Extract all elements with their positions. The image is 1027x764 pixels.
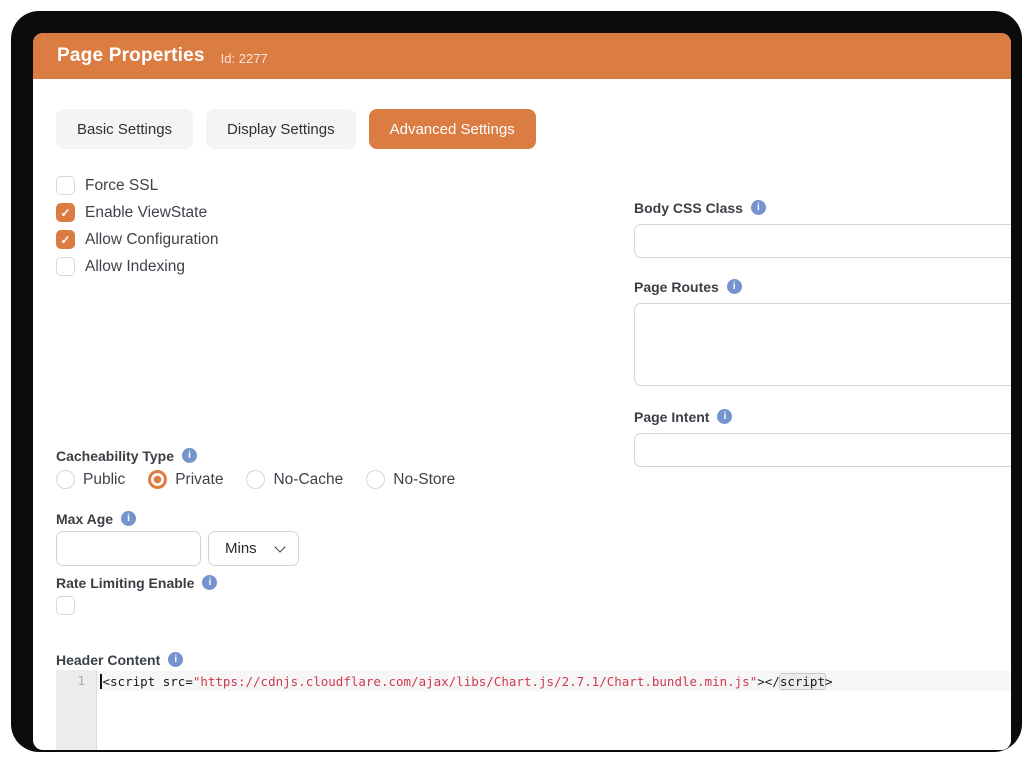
text-cursor xyxy=(100,674,102,689)
radio-no-cache[interactable] xyxy=(246,470,265,489)
force-ssl-checkbox[interactable]: ✓ xyxy=(56,176,75,195)
info-icon[interactable]: i xyxy=(202,575,217,590)
code-close-bracket: ></ xyxy=(757,674,780,689)
max-age-group: Mins xyxy=(56,531,988,566)
cacheability-option-no-cache[interactable]: No-Cache xyxy=(246,470,343,489)
settings-tabs: Basic Settings Display Settings Advanced… xyxy=(56,109,988,149)
radio-public[interactable] xyxy=(56,470,75,489)
cacheability-radio-group: Public Private No-Cache No-Store xyxy=(56,470,988,489)
allow-configuration-checkbox[interactable]: ✓ xyxy=(56,230,75,249)
radio-no-store-label: No-Store xyxy=(393,471,455,489)
body-css-class-label: Body CSS Class xyxy=(634,200,743,216)
allow-indexing-checkbox[interactable]: ✓ xyxy=(56,257,75,276)
header-content-code-editor[interactable]: 1 <script src="https://cdnjs.cloudflare.… xyxy=(56,670,1011,750)
editor-code-area[interactable]: <script src="https://cdnjs.cloudflare.co… xyxy=(97,670,1011,750)
info-icon[interactable]: i xyxy=(717,409,732,424)
rate-limiting-label: Rate Limiting Enable xyxy=(56,575,194,591)
max-age-input[interactable] xyxy=(56,531,201,566)
checkmark-icon: ✓ xyxy=(60,207,70,219)
window-frame: Page Properties Id: 2277 Basic Settings … xyxy=(11,11,1022,752)
code-matching-tag: script xyxy=(780,674,825,689)
dialog-titlebar: Page Properties Id: 2277 xyxy=(33,33,1011,79)
tab-display-settings[interactable]: Display Settings xyxy=(206,109,356,149)
page-intent-input[interactable] xyxy=(634,433,1011,467)
force-ssl-row: ✓ Force SSL xyxy=(56,176,988,195)
allow-configuration-label: Allow Configuration xyxy=(85,231,219,249)
code-line-1: <script src="https://cdnjs.cloudflare.co… xyxy=(97,671,1011,691)
info-icon[interactable]: i xyxy=(727,279,742,294)
max-age-label: Max Age xyxy=(56,511,113,527)
rate-limiting-checkbox[interactable]: ✓ xyxy=(56,596,75,615)
page-title: Page Properties xyxy=(57,45,205,67)
checkmark-icon: ✓ xyxy=(60,234,70,246)
page-intent-label: Page Intent xyxy=(634,409,709,425)
cacheability-option-public[interactable]: Public xyxy=(56,470,125,489)
line-number: 1 xyxy=(77,673,85,688)
info-icon[interactable]: i xyxy=(182,448,197,463)
cacheability-option-no-store[interactable]: No-Store xyxy=(366,470,455,489)
page-routes-label-row: Page Routes i xyxy=(634,278,1011,295)
enable-viewstate-label: Enable ViewState xyxy=(85,204,207,222)
cacheability-option-private[interactable]: Private xyxy=(148,470,223,489)
enable-viewstate-checkbox[interactable]: ✓ xyxy=(56,203,75,222)
body-css-class-input[interactable] xyxy=(634,224,1011,258)
info-icon[interactable]: i xyxy=(751,200,766,215)
page-routes-label: Page Routes xyxy=(634,279,719,295)
code-end-bracket: > xyxy=(825,674,833,689)
radio-no-store[interactable] xyxy=(366,470,385,489)
page-intent-label-row: Page Intent i xyxy=(634,408,1011,425)
radio-private-label: Private xyxy=(175,471,223,489)
header-content-label: Header Content xyxy=(56,652,160,668)
cacheability-type-label: Cacheability Type xyxy=(56,448,174,464)
allow-indexing-label: Allow Indexing xyxy=(85,258,185,276)
radio-public-label: Public xyxy=(83,471,125,489)
tab-advanced-settings[interactable]: Advanced Settings xyxy=(369,109,536,149)
header-content-label-row: Header Content i xyxy=(56,651,988,668)
radio-private[interactable] xyxy=(148,470,167,489)
page-properties-dialog: Page Properties Id: 2277 Basic Settings … xyxy=(33,33,1011,750)
page-id-badge: Id: 2277 xyxy=(221,51,268,66)
tab-basic-settings[interactable]: Basic Settings xyxy=(56,109,193,149)
dialog-body: Basic Settings Display Settings Advanced… xyxy=(33,109,1011,750)
max-age-unit-value: Mins xyxy=(225,540,257,557)
info-icon[interactable]: i xyxy=(121,511,136,526)
max-age-unit-select[interactable]: Mins xyxy=(208,531,299,566)
right-column: Body CSS Class i Page Routes i Page Inte… xyxy=(634,199,1011,467)
radio-no-cache-label: No-Cache xyxy=(273,471,343,489)
page-routes-textarea[interactable] xyxy=(634,303,1011,386)
max-age-label-row: Max Age i xyxy=(56,510,988,527)
chevron-down-icon xyxy=(274,541,285,552)
info-icon[interactable]: i xyxy=(168,652,183,667)
rate-limiting-row: ✓ xyxy=(56,596,988,615)
force-ssl-label: Force SSL xyxy=(85,177,158,195)
rate-limiting-label-row: Rate Limiting Enable i xyxy=(56,574,988,591)
editor-gutter: 1 xyxy=(56,670,97,750)
code-string-url: "https://cdnjs.cloudflare.com/ajax/libs/… xyxy=(193,674,757,689)
code-tag-open: <script src= xyxy=(103,674,193,689)
body-css-class-label-row: Body CSS Class i xyxy=(634,199,1011,216)
